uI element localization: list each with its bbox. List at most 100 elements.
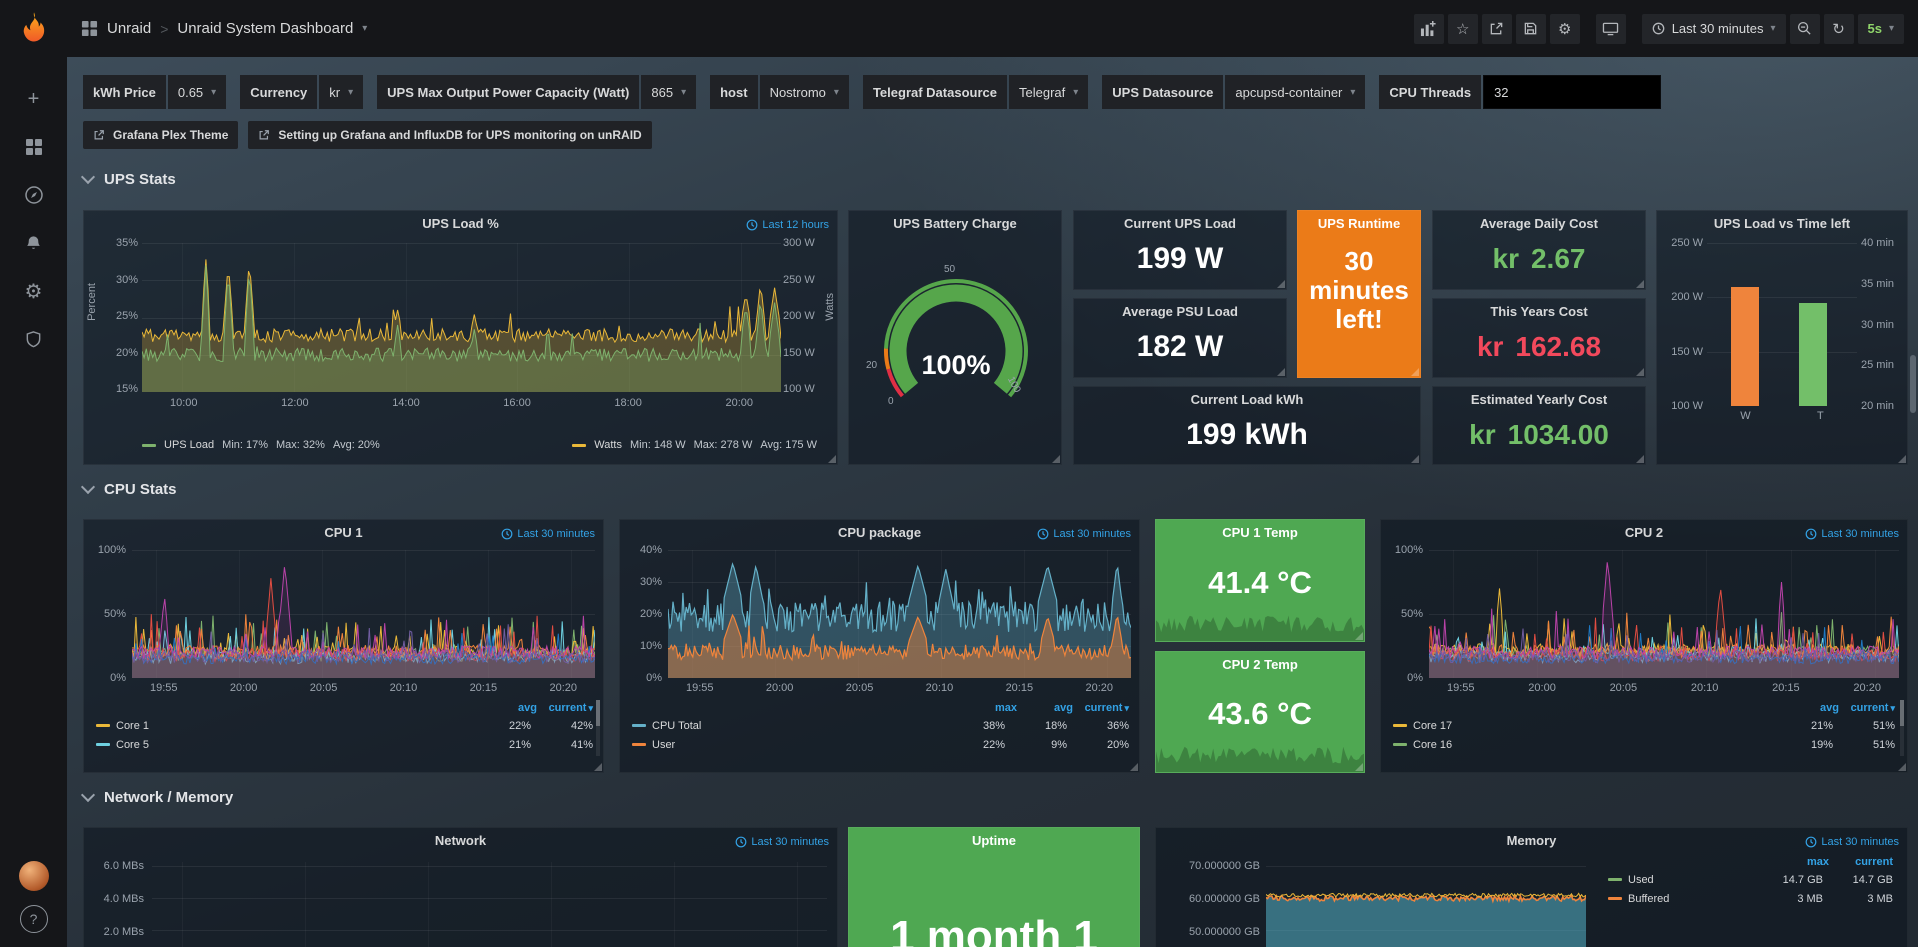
alerting-bell-icon[interactable] [0,223,67,263]
refresh-icon: ↻ [1832,20,1845,38]
help-icon[interactable]: ? [20,905,48,933]
panel-title[interactable]: Memory [1156,833,1907,848]
series-name[interactable]: Core 17 [1413,720,1452,732]
user-avatar[interactable] [19,861,49,891]
series-name[interactable]: Core 5 [116,739,149,751]
bell-icon [24,234,43,253]
panel-title[interactable]: UPS Runtime [1298,216,1420,231]
variable-value-dropdown[interactable]: apcupsd-container▾ [1225,75,1365,109]
variable-value-dropdown[interactable]: Telegraf▾ [1009,75,1088,109]
temp-sparkline [1156,607,1364,641]
chart-legend: avg current▾ Core 1 22% 42% Core 5 21% 4… [96,700,593,754]
cpu1-chart[interactable] [132,550,595,678]
cycle-view-button[interactable] [1596,14,1626,44]
legend-header[interactable]: max [961,702,1017,714]
variable-cpu-threads: CPU Threads 32 [1379,75,1661,109]
time-picker-button[interactable]: Last 30 minutes ▾ [1642,14,1786,44]
legend-header[interactable]: current [1829,856,1893,868]
series-name[interactable]: User [652,739,675,751]
variable-value-dropdown[interactable]: 0.65▾ [168,75,226,109]
legend-header[interactable]: avg [481,702,537,714]
legend-header[interactable]: avg [1783,702,1839,714]
panel-title[interactable]: UPS Battery Charge [849,216,1061,231]
zoom-out-button[interactable] [1790,14,1820,44]
panel-title[interactable]: Current UPS Load [1074,216,1286,231]
refresh-button[interactable]: ↻ [1824,14,1854,44]
compass-icon [24,185,44,205]
time-range-label: Last 30 minutes [1672,21,1764,36]
panel-title[interactable]: Uptime [849,833,1139,848]
network-chart[interactable] [152,862,827,947]
legend-header[interactable]: max [1765,856,1829,868]
y-axis-labels-right: 40 min35 min 30 min25 min 20 min [1861,237,1903,412]
stat-value: 30 minutes left! [1298,235,1420,334]
grafana-logo[interactable] [0,0,67,57]
series-name[interactable]: Core 1 [116,720,149,732]
dashboards-icon[interactable] [0,127,67,167]
configuration-gear-icon[interactable]: ⚙ [0,271,67,311]
link-ups-monitoring-guide[interactable]: Setting up Grafana and InfluxDB for UPS … [248,121,651,149]
chart-legend: max current Used 14.7 GB 14.7 GB Buffere… [1608,854,1893,908]
series-name[interactable]: Buffered [1628,893,1669,905]
server-admin-shield-icon[interactable] [0,319,67,359]
refresh-interval-button[interactable]: 5s ▾ [1858,14,1905,44]
section-cpu-stats[interactable]: CPU Stats [83,481,177,498]
panel-title[interactable]: Average PSU Load [1074,304,1286,319]
share-button[interactable] [1482,14,1512,44]
panel-title[interactable]: UPS Load % [84,216,837,231]
series-color-dash [96,724,110,727]
dashboard-settings-button[interactable]: ⚙ [1550,14,1580,44]
link-grafana-plex-theme[interactable]: Grafana Plex Theme [83,121,238,149]
panel-title[interactable]: Network [84,833,837,848]
legend-header[interactable]: current▾ [1839,702,1895,714]
variable-value-dropdown[interactable]: Nostromo▾ [760,75,849,109]
breadcrumb-app[interactable]: Unraid [107,20,151,37]
cpu2-chart[interactable] [1429,550,1899,678]
breadcrumb-page[interactable]: Unraid System Dashboard [177,20,353,37]
legend-row: CPU Total 38% 18% 36% [632,716,1129,735]
series-name[interactable]: CPU Total [652,720,701,732]
panel-title[interactable]: UPS Load vs Time left [1657,216,1907,231]
svg-text:50: 50 [944,264,956,275]
variable-value-dropdown[interactable]: 865▾ [641,75,696,109]
section-ups-stats[interactable]: UPS Stats [83,171,176,188]
cpu-threads-input[interactable]: 32 [1483,75,1661,109]
series-name[interactable]: Used [1628,874,1654,886]
legend-scrollbar[interactable] [596,700,600,756]
legend-scrollbar[interactable] [1900,700,1904,756]
chevron-down-icon [81,788,95,802]
cpu-package-chart[interactable] [668,550,1131,678]
panel-title[interactable]: CPU 1 Temp [1156,525,1364,540]
save-button[interactable] [1516,14,1546,44]
series-name[interactable]: Core 16 [1413,739,1452,751]
panel-estimated-yearly-cost: Estimated Yearly Cost kr1034.00 [1432,386,1646,465]
stat-value: 182 W [1074,323,1286,371]
legend-header[interactable]: current▾ [1073,702,1129,714]
series-max: 14.7 GB [1759,874,1823,886]
panel-title[interactable]: This Years Cost [1433,304,1645,319]
series-name[interactable]: Watts [594,439,622,451]
y-axis-title-right: Watts [824,293,836,321]
ups-load-chart[interactable] [142,243,781,392]
create-plus-icon[interactable]: + [0,79,67,119]
legend-header[interactable]: avg [1017,702,1073,714]
add-panel-button[interactable] [1414,14,1444,44]
page-scrollbar-thumb[interactable] [1910,355,1916,413]
panel-title[interactable]: CPU 2 Temp [1156,657,1364,672]
panel-title[interactable]: Current Load kWh [1074,392,1420,407]
panel-average-daily-cost: Average Daily Cost kr2.67 [1432,210,1646,290]
variable-value-dropdown[interactable]: kr▾ [319,75,363,109]
legend-header[interactable]: current▾ [537,702,593,714]
memory-chart[interactable] [1266,862,1586,947]
stat-value: 199 kWh [1074,411,1420,458]
chevron-down-icon[interactable]: ▾ [362,23,367,34]
series-name[interactable]: UPS Load [164,439,214,451]
star-button[interactable]: ☆ [1448,14,1478,44]
y-axis-labels: 70.000000 GB60.000000 GB50.000000 GB [1164,860,1260,938]
explore-compass-icon[interactable] [0,175,67,215]
section-network-memory[interactable]: Network / Memory [83,789,233,806]
variable-label: kWh Price [83,75,166,109]
panel-title[interactable]: Average Daily Cost [1433,216,1645,231]
panel-title[interactable]: Estimated Yearly Cost [1433,392,1645,407]
stat-value: 43.6 °C [1156,682,1364,746]
